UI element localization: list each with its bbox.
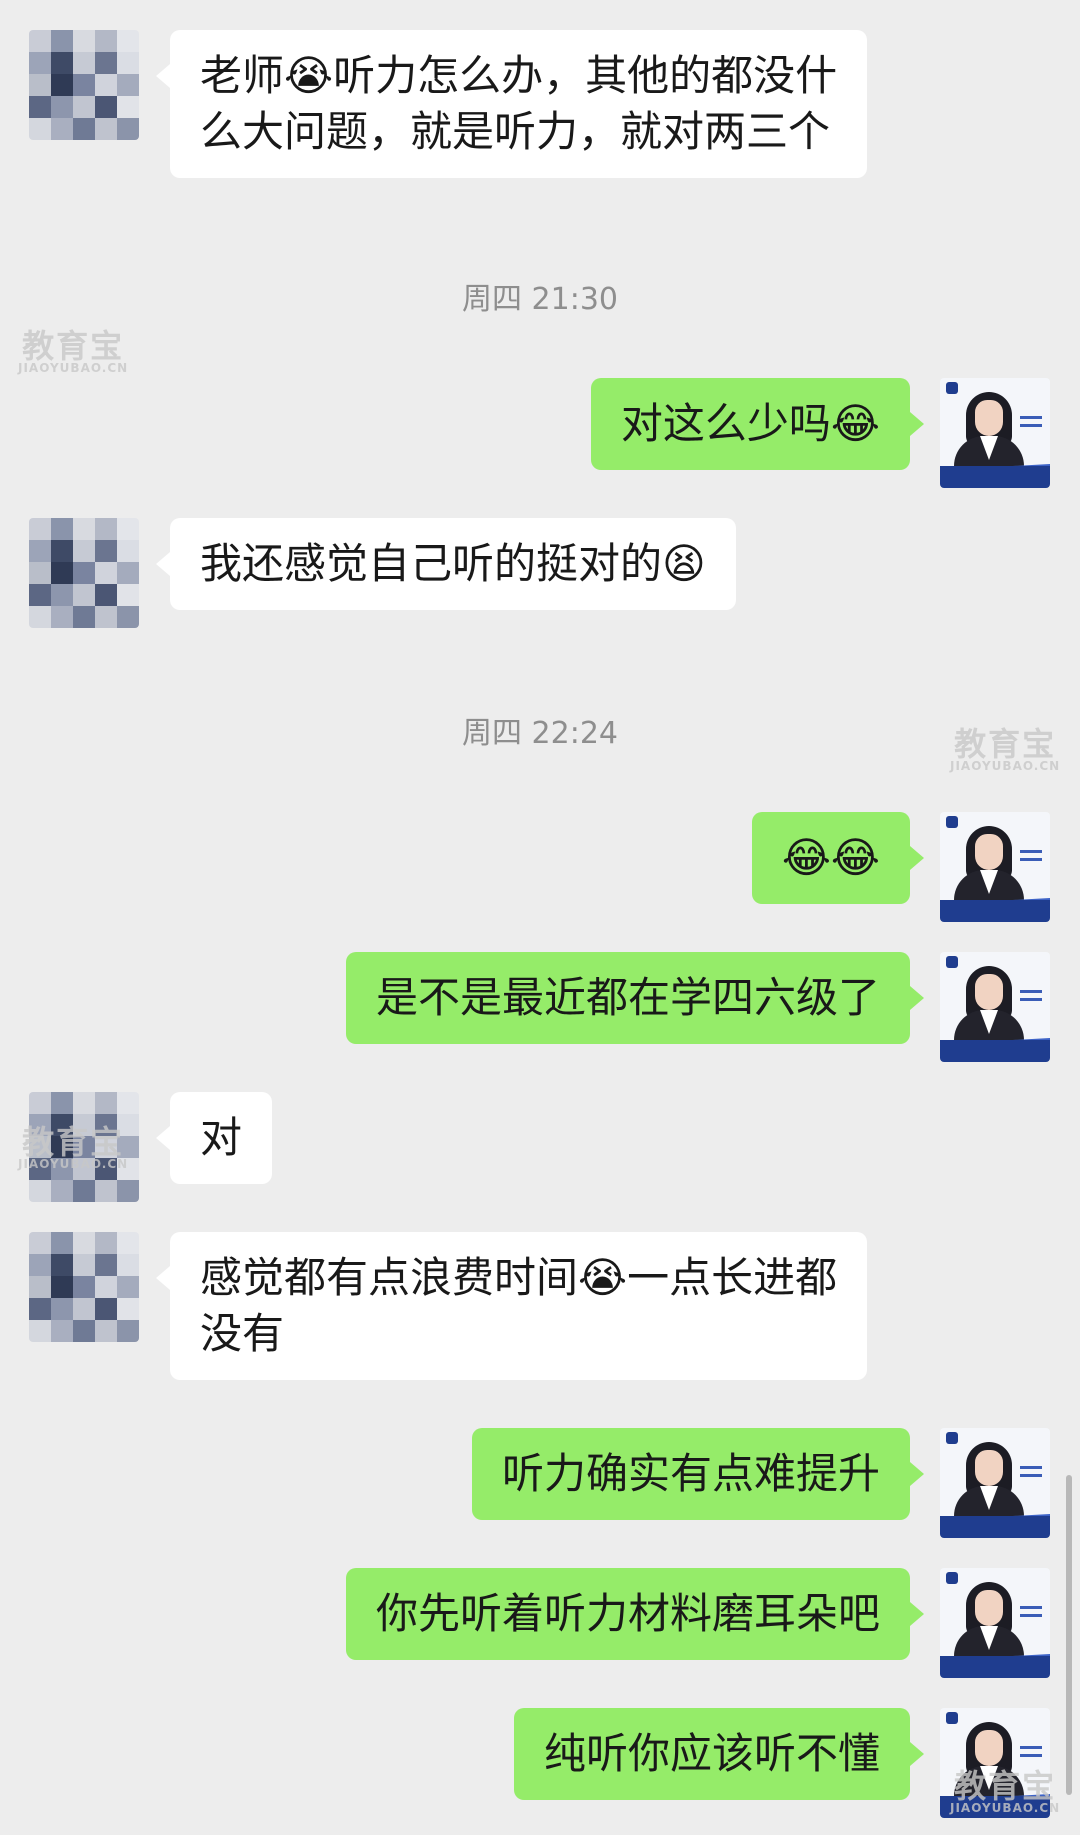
- chat-bubble-outgoing[interactable]: 纯听你应该听不懂: [513, 1708, 925, 1800]
- chat-bubble-outgoing[interactable]: 你先听着听力材料磨耳朵吧: [345, 1568, 925, 1660]
- my-avatar[interactable]: [940, 378, 1050, 488]
- scrollbar[interactable]: [1066, 1475, 1072, 1795]
- message-text: 么大问题，就是听力，就对两三个: [200, 107, 831, 156]
- contact-avatar[interactable]: [29, 518, 139, 628]
- contact-avatar[interactable]: [29, 1232, 139, 1342]
- message-row: 😂😂: [0, 812, 1080, 922]
- message-row: 我还感觉自己听的挺对的😫: [0, 518, 1080, 628]
- watermark: 教育宝 JIAOYUBAO.CN: [950, 1767, 1061, 1815]
- message-row: 听力确实有点难提升: [0, 1428, 1080, 1538]
- watermark: 教育宝 JIAOYUBAO.CN: [18, 327, 129, 375]
- my-avatar[interactable]: [940, 1428, 1050, 1538]
- message-row: 纯听你应该听不懂: [0, 1708, 1080, 1818]
- message-row: 你先听着听力材料磨耳朵吧: [0, 1568, 1080, 1678]
- message-row: 老师😭听力怎么办，其他的都没什 么大问题，就是听力，就对两三个: [0, 30, 1080, 200]
- chat-bubble-incoming[interactable]: 我还感觉自己听的挺对的😫: [156, 518, 736, 610]
- message-text: 老师😭听力怎么办，其他的都没什: [200, 51, 838, 100]
- message-row: 对这么少吗😂: [0, 378, 1080, 488]
- message-row: 是不是最近都在学四六级了: [0, 952, 1080, 1062]
- message-text: 感觉都有点浪费时间😭一点长进都: [200, 1253, 838, 1302]
- chat-bubble-incoming[interactable]: 老师😭听力怎么办，其他的都没什 么大问题，就是听力，就对两三个: [155, 30, 868, 178]
- message-text: 没有: [200, 1309, 285, 1358]
- message-row: 对: [0, 1092, 1080, 1202]
- message-row: 感觉都有点浪费时间😭一点长进都 没有: [0, 1232, 1080, 1396]
- chat-bubble-incoming[interactable]: 感觉都有点浪费时间😭一点长进都 没有: [155, 1232, 868, 1380]
- watermark: 教育宝 JIAOYUBAO.CN: [950, 725, 1061, 773]
- chat-bubble-outgoing[interactable]: 听力确实有点难提升: [471, 1428, 925, 1520]
- watermark: 教育宝 JIAOYUBAO.CN: [18, 1123, 129, 1171]
- contact-avatar[interactable]: [29, 30, 139, 140]
- chat-bubble-incoming[interactable]: 对: [155, 1092, 273, 1184]
- timestamp: 周四 21:30: [462, 282, 618, 317]
- chat-bubble-outgoing[interactable]: 对这么少吗😂: [590, 378, 925, 470]
- my-avatar[interactable]: [940, 812, 1050, 922]
- chat-bubble-outgoing[interactable]: 是不是最近都在学四六级了: [345, 952, 925, 1044]
- my-avatar[interactable]: [940, 952, 1050, 1062]
- timestamp: 周四 22:24: [462, 716, 618, 751]
- my-avatar[interactable]: [940, 1568, 1050, 1678]
- chat-bubble-outgoing[interactable]: 😂😂: [751, 812, 925, 904]
